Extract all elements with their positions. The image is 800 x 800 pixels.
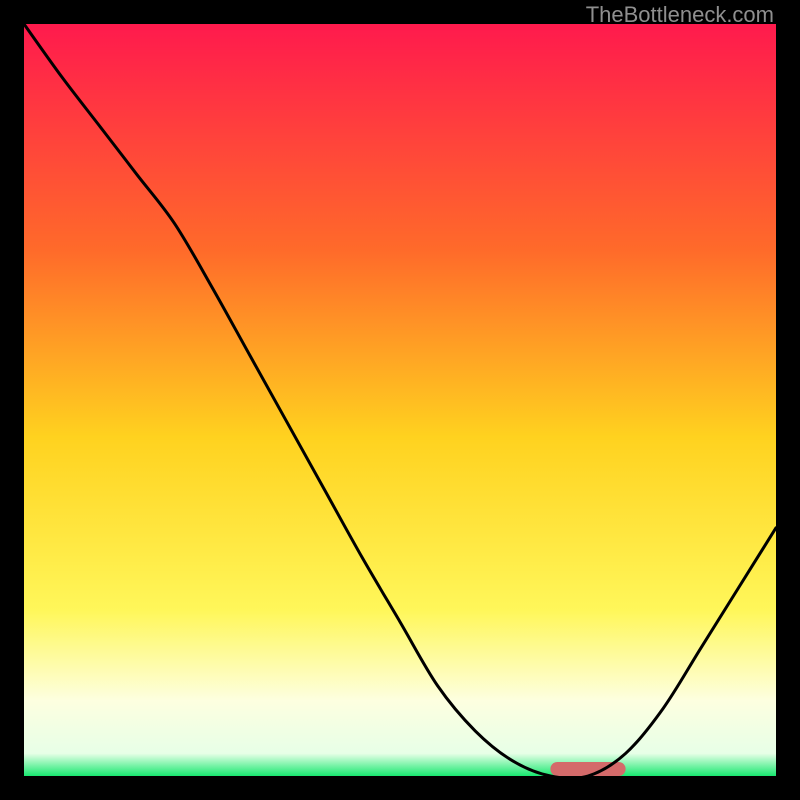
plot-area <box>24 24 776 776</box>
background-gradient <box>24 24 776 776</box>
chart-frame: TheBottleneck.com <box>0 0 800 800</box>
chart-svg <box>24 24 776 776</box>
